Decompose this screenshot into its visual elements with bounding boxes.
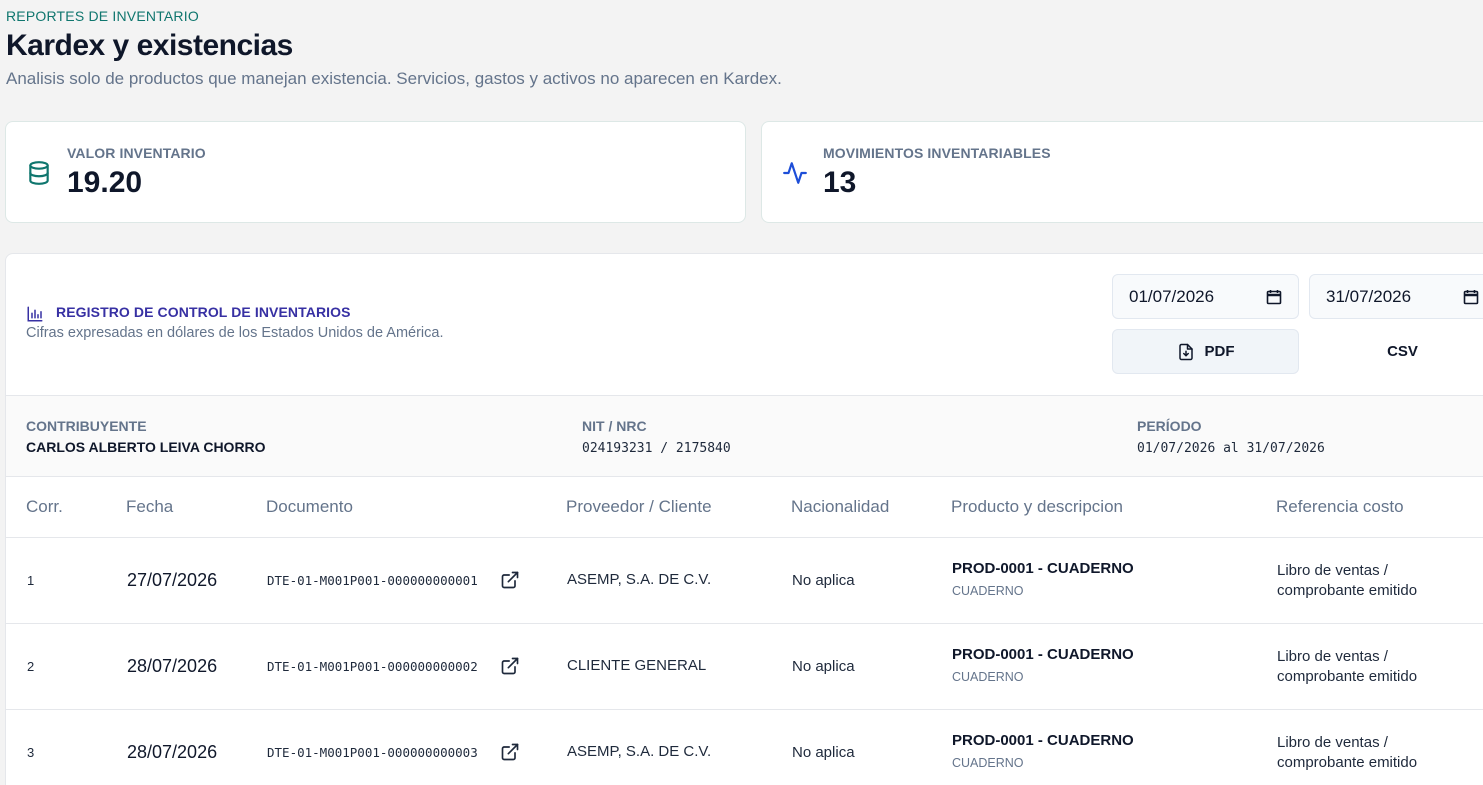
kpi-value: 13 bbox=[823, 166, 857, 199]
cell-nacionalidad: No aplica bbox=[792, 744, 855, 761]
column-header-referencia[interactable]: Referencia costo bbox=[1276, 497, 1404, 517]
kpi-label: VALOR INVENTARIO bbox=[67, 145, 206, 161]
date-to-input[interactable]: 31/07/2026 bbox=[1309, 274, 1483, 319]
external-link-icon[interactable] bbox=[500, 742, 520, 762]
file-download-icon bbox=[1178, 343, 1193, 360]
cell-fecha: 27/07/2026 bbox=[127, 570, 218, 590]
cell-fecha: 28/07/2026 bbox=[127, 742, 218, 762]
column-header-documento[interactable]: Documento bbox=[266, 497, 353, 517]
cell-fecha: 28/07/2026 bbox=[127, 656, 218, 676]
external-link-icon[interactable] bbox=[500, 570, 520, 590]
cell-referencia: Libro de ventas / comprobante emitido bbox=[1277, 562, 1418, 599]
cell-descripcion: CUADERNO bbox=[952, 584, 1024, 598]
cell-documento: DTE-01-M001P001-000000000003 bbox=[267, 745, 478, 760]
cell-documento: DTE-01-M001P001-000000000002 bbox=[267, 659, 478, 674]
column-header-fecha[interactable]: Fecha bbox=[126, 497, 173, 517]
export-csv-label: CSV bbox=[1387, 343, 1418, 360]
kpi-card-valor-inventario: VALOR INVENTARIO 19.20 bbox=[5, 121, 746, 223]
column-header-nacionalidad[interactable]: Nacionalidad bbox=[791, 497, 889, 517]
nit-value: 024193231 / 2175840 bbox=[582, 441, 731, 456]
cell-proveedor: ASEMP, S.A. DE C.V. bbox=[567, 743, 712, 760]
kpi-value: 19.20 bbox=[67, 166, 143, 199]
nit-label: NIT / NRC bbox=[582, 418, 647, 434]
cell-producto: PROD-0001 - CUADERNO bbox=[952, 646, 1134, 663]
export-csv-button[interactable]: CSV bbox=[1309, 329, 1483, 374]
cell-descripcion: CUADERNO bbox=[952, 670, 1024, 684]
date-to-value: 31/07/2026 bbox=[1326, 286, 1412, 306]
cell-proveedor: ASEMP, S.A. DE C.V. bbox=[567, 571, 712, 588]
cell-descripcion: CUADERNO bbox=[952, 756, 1024, 770]
calendar-icon[interactable] bbox=[1463, 289, 1479, 305]
register-subtitle: Cifras expresadas en dólares de los Esta… bbox=[26, 325, 444, 341]
inventory-register-panel: REGISTRO DE CONTROL DE INVENTARIOS Cifra… bbox=[5, 253, 1483, 785]
table-row: 3 28/07/2026 DTE-01-M001P001-00000000000… bbox=[6, 710, 1483, 785]
kpi-label: MOVIMIENTOS INVENTARIABLES bbox=[823, 145, 1051, 161]
date-from-input[interactable]: 01/07/2026 bbox=[1112, 274, 1299, 319]
activity-icon bbox=[783, 162, 807, 184]
contribuyente-label: CONTRIBUYENTE bbox=[26, 418, 147, 434]
page-eyebrow: REPORTES DE INVENTARIO bbox=[6, 8, 199, 24]
external-link-icon[interactable] bbox=[500, 656, 520, 676]
cell-producto: PROD-0001 - CUADERNO bbox=[952, 732, 1134, 749]
cell-corr: 1 bbox=[27, 573, 35, 588]
cell-nacionalidad: No aplica bbox=[792, 572, 855, 589]
date-from-value: 01/07/2026 bbox=[1129, 286, 1215, 306]
database-icon bbox=[29, 161, 49, 185]
cell-corr: 3 bbox=[27, 745, 35, 760]
column-header-producto[interactable]: Producto y descripcion bbox=[951, 497, 1123, 517]
table-row: 1 27/07/2026 DTE-01-M001P001-00000000000… bbox=[6, 538, 1483, 624]
calendar-icon[interactable] bbox=[1266, 289, 1282, 305]
export-pdf-button[interactable]: PDF bbox=[1112, 329, 1299, 374]
cell-referencia: Libro de ventas / comprobante emitido bbox=[1277, 734, 1418, 771]
cell-producto: PROD-0001 - CUADERNO bbox=[952, 560, 1134, 577]
column-header-corr[interactable]: Corr. bbox=[26, 497, 63, 517]
column-header-proveedor[interactable]: Proveedor / Cliente bbox=[566, 497, 712, 517]
page-subtitle: Analisis solo de productos que manejan e… bbox=[6, 69, 782, 88]
periodo-label: PERÍODO bbox=[1137, 418, 1202, 434]
table-header: Corr. Fecha Documento Proveedor / Client… bbox=[6, 477, 1483, 538]
cell-corr: 2 bbox=[27, 659, 35, 674]
cell-nacionalidad: No aplica bbox=[792, 658, 855, 675]
contribuyente-value: CARLOS ALBERTO LEIVA CHORRO bbox=[26, 439, 266, 455]
page-title: Kardex y existencias bbox=[6, 29, 293, 62]
export-pdf-label: PDF bbox=[1204, 343, 1235, 360]
taxpayer-info: CONTRIBUYENTE CARLOS ALBERTO LEIVA CHORR… bbox=[6, 395, 1483, 477]
periodo-value: 01/07/2026 al 31/07/2026 bbox=[1137, 441, 1325, 456]
register-title: REGISTRO DE CONTROL DE INVENTARIOS bbox=[56, 304, 351, 320]
cell-referencia: Libro de ventas / comprobante emitido bbox=[1277, 648, 1418, 685]
bar-chart-icon bbox=[27, 306, 43, 322]
cell-documento: DTE-01-M001P001-000000000001 bbox=[267, 573, 478, 588]
kpi-card-movimientos: MOVIMIENTOS INVENTARIABLES 13 bbox=[761, 121, 1483, 223]
table-row: 2 28/07/2026 DTE-01-M001P001-00000000000… bbox=[6, 624, 1483, 710]
cell-proveedor: CLIENTE GENERAL bbox=[567, 657, 707, 674]
